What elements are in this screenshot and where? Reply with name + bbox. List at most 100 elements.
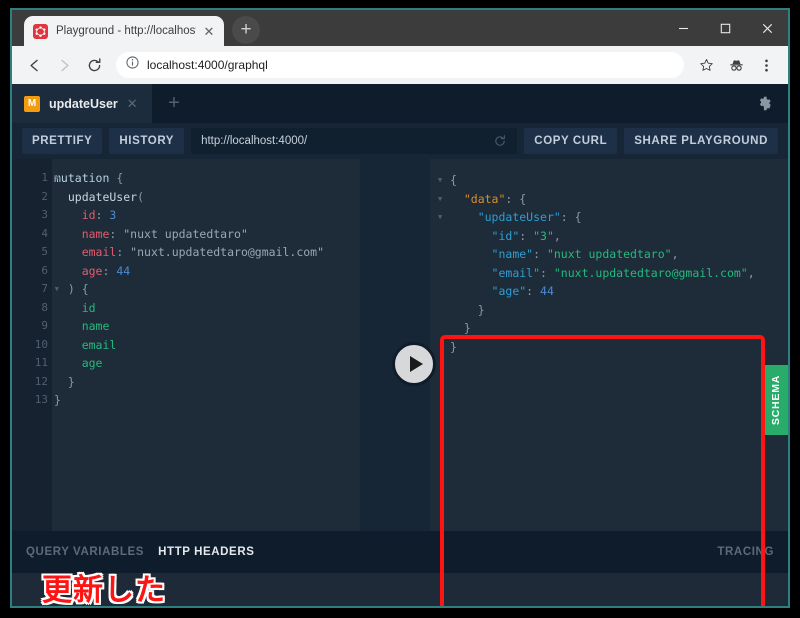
star-icon[interactable] — [692, 51, 720, 79]
editor-code-line: age: 44 — [54, 262, 360, 281]
browser-toolbar: localhost:4000/graphql — [12, 46, 788, 84]
editor-gutter: 1 ▼ 2 3 4 5 6 7 ▼ 8 9 10 11 12 13 — [12, 159, 59, 573]
result-token: "email" — [491, 265, 541, 280]
site-info-icon[interactable] — [126, 56, 139, 74]
response-result-pane: ▼{▼ "data": {▼ "updateUser": { "id": "3"… — [430, 159, 788, 573]
result-line: "email": "nuxt.updatedtaro@gmail.com", — [438, 264, 788, 283]
prettify-button[interactable]: PRETTIFY — [22, 128, 103, 154]
fold-arrow-icon[interactable]: ▼ — [438, 208, 442, 227]
editor-code-line: age — [54, 354, 360, 373]
result-token: "nuxt updatedtaro" — [546, 247, 672, 261]
copy-curl-button[interactable]: COPY CURL — [524, 128, 618, 154]
schema-tab-button[interactable]: SCHEMA — [765, 365, 788, 435]
back-arrow-icon[interactable] — [20, 51, 48, 79]
result-line: } — [438, 338, 788, 357]
editor-line-number: 9 — [41, 319, 48, 332]
editor-code-line: mutation { — [54, 169, 360, 188]
playground-add-tab-button[interactable]: + — [152, 84, 196, 123]
editor-line-number: 13 — [34, 393, 48, 406]
history-button[interactable]: HISTORY — [109, 128, 185, 154]
fold-arrow-icon[interactable]: ▼ — [438, 190, 442, 209]
forward-arrow-icon[interactable] — [50, 51, 78, 79]
http-headers-button[interactable]: HTTP HEADERS — [158, 546, 254, 558]
editor-line-number: 8 — [41, 300, 48, 314]
editor-code-line: updateUser( — [54, 188, 360, 207]
query-editor-code[interactable]: mutation { updateUser( id: 3 name: "nuxt… — [52, 159, 360, 573]
code-token: updateUser — [54, 189, 138, 204]
code-token: ( — [137, 189, 145, 204]
result-token: "data" — [463, 191, 506, 206]
editor-code-line: id — [54, 299, 360, 318]
editor-code-line: name: "nuxt updatedtaro" — [54, 225, 360, 244]
code-token: "nuxt.updatedtaro@gmail.com" — [130, 245, 325, 259]
browser-tab-close-icon[interactable]: ✕ — [202, 25, 216, 38]
run-query-button[interactable] — [392, 342, 436, 386]
result-token: , — [671, 247, 679, 261]
minimize-icon[interactable] — [662, 10, 704, 46]
code-token: mutation — [54, 171, 117, 185]
result-line: } — [438, 319, 788, 338]
code-token: "nuxt updatedtaro" — [123, 226, 248, 241]
result-token: : — [519, 228, 534, 243]
result-token: "name" — [491, 247, 534, 261]
browser-window: Playground - http://localhost:400 ✕ + — [10, 8, 790, 608]
result-token: , — [553, 228, 561, 243]
result-token — [450, 229, 492, 243]
gear-icon[interactable] — [740, 84, 788, 123]
result-line: } — [438, 301, 788, 320]
reset-icon[interactable] — [493, 134, 507, 148]
code-token: id — [54, 208, 96, 222]
editor-line-number: 12 — [34, 374, 48, 388]
editor-line-number: 11 — [34, 356, 48, 369]
annotation-line: 更新した — [42, 573, 166, 608]
address-bar[interactable]: localhost:4000/graphql — [116, 52, 684, 78]
fold-arrow-icon[interactable]: ▼ — [55, 169, 59, 188]
editor-code-line: } — [54, 391, 360, 410]
share-playground-button[interactable]: SHARE PLAYGROUND — [624, 128, 778, 154]
maximize-icon[interactable] — [704, 10, 746, 46]
result-token: : — [526, 284, 541, 298]
three-dot-menu-icon[interactable] — [752, 51, 780, 79]
playground-bottom-bar: QUERY VARIABLES HTTP HEADERS TRACING — [12, 531, 788, 573]
browser-tabstrip: Playground - http://localhost:400 ✕ + — [12, 10, 260, 46]
close-icon[interactable] — [746, 10, 788, 46]
endpoint-url-value: http://localhost:4000/ — [201, 135, 308, 147]
result-line: "id": "3", — [438, 227, 788, 246]
editor-code-line: } — [54, 373, 360, 392]
playground-tab-close-icon[interactable]: ✕ — [127, 97, 138, 110]
new-tab-button[interactable]: + — [232, 16, 260, 44]
query-variables-button[interactable]: QUERY VARIABLES — [26, 546, 144, 558]
result-token: "nuxt.updatedtaro@gmail.com" — [553, 265, 748, 280]
playground-toolbar: PRETTIFY HISTORY http://localhost:4000/ … — [12, 123, 788, 159]
reload-icon[interactable] — [80, 51, 108, 79]
playground-body: 1 ▼ 2 3 4 5 6 7 ▼ 8 9 10 11 12 13 mutation { updateUse… — [12, 159, 788, 606]
tracing-button[interactable]: TRACING — [717, 546, 774, 558]
result-token: "age" — [491, 284, 527, 298]
code-token: age — [54, 263, 103, 278]
play-icon — [409, 356, 423, 372]
browser-tab-title: Playground - http://localhost:400 — [56, 25, 196, 37]
code-token: id — [54, 300, 96, 315]
result-token: "updateUser" — [477, 210, 561, 224]
endpoint-url-input[interactable]: http://localhost:4000/ — [191, 128, 518, 154]
result-token — [450, 192, 464, 206]
result-token: 44 — [540, 284, 554, 298]
editor-line-number: 3 — [41, 208, 48, 221]
schema-tab-label: SCHEMA — [770, 374, 783, 426]
code-token: 44 — [116, 263, 131, 278]
address-bar-url: localhost:4000/graphql — [147, 58, 268, 72]
fold-arrow-icon[interactable]: ▼ — [438, 171, 442, 190]
fold-arrow-icon[interactable]: ▼ — [55, 280, 59, 299]
query-editor-pane[interactable]: 1 ▼ 2 3 4 5 6 7 ▼ 8 9 10 11 12 13 mutation { updateUse… — [12, 159, 360, 573]
code-token: age — [54, 356, 103, 370]
code-token: : — [95, 208, 110, 222]
incognito-icon[interactable] — [722, 51, 750, 79]
code-token: name — [54, 319, 110, 333]
playground-tab-label: updateUser — [49, 96, 118, 111]
editor-line-number: 2 — [41, 189, 48, 203]
browser-tab-playground[interactable]: Playground - http://localhost:400 ✕ — [24, 16, 224, 46]
result-line: "name": "nuxt updatedtaro", — [438, 245, 788, 264]
browser-titlebar: Playground - http://localhost:400 ✕ + — [12, 10, 788, 46]
annotation-text: 更新したユーザー情報が返ってくる — [42, 571, 258, 608]
playground-tab-updateuser[interactable]: M updateUser ✕ — [12, 84, 152, 123]
